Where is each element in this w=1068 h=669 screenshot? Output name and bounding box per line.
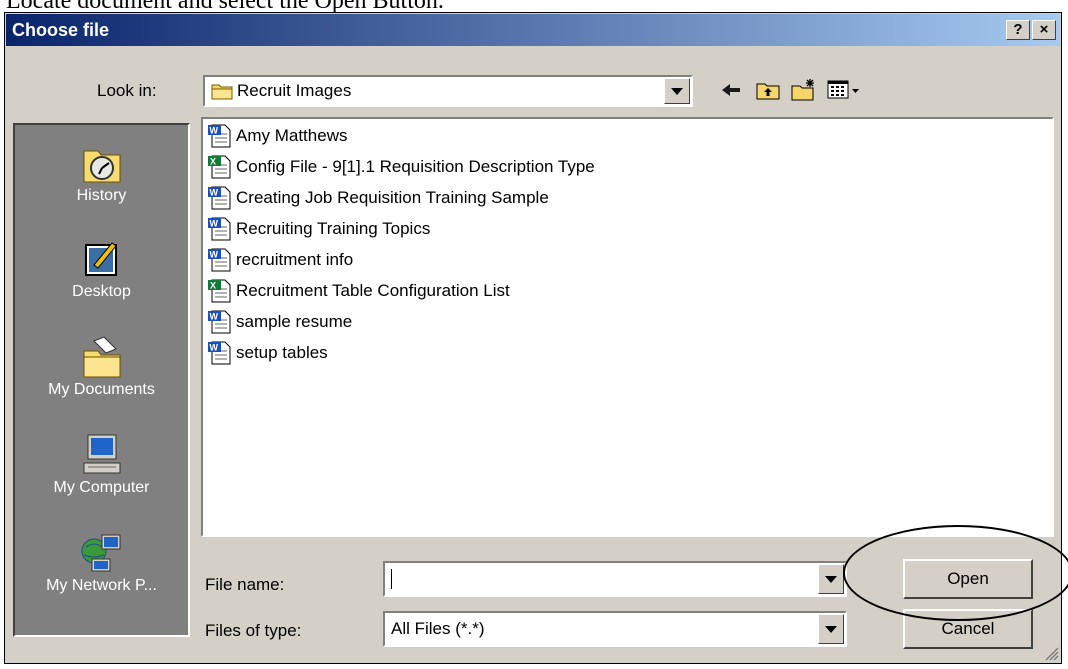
svg-text:X: X [210, 157, 216, 167]
look-in-dropdown[interactable]: Recruit Images [203, 75, 693, 107]
file-name: Creating Job Requisition Training Sample [236, 188, 549, 207]
file-name: Recruiting Training Topics [236, 219, 431, 238]
desktop-icon [84, 242, 117, 276]
file-name-label: File name: [205, 575, 285, 594]
place-label: My Documents [48, 381, 155, 398]
file-name: setup tables [236, 343, 328, 362]
file-name-input[interactable] [383, 561, 847, 597]
chevron-down-icon [671, 87, 683, 95]
place-my-documents[interactable]: My Documents [15, 335, 188, 399]
word-document-icon: W [208, 124, 231, 148]
history-icon [83, 150, 120, 183]
my-network-places-icon [81, 534, 120, 572]
file-name: sample resume [236, 312, 353, 331]
cancel-button[interactable]: Cancel [903, 609, 1033, 649]
place-label: My Computer [53, 479, 150, 496]
svg-text:W: W [210, 250, 219, 260]
chevron-down-icon [825, 575, 837, 583]
file-list[interactable]: W Amy Matthews X Config File - 9[1].1 Re… [201, 117, 1054, 537]
place-label: My Network P... [46, 577, 157, 594]
word-document-icon: W [208, 341, 231, 365]
files-of-type-dropdown-button[interactable] [818, 614, 844, 644]
svg-text:W: W [210, 219, 219, 229]
place-label: History [76, 187, 127, 204]
place-my-network[interactable]: My Network P... [15, 531, 188, 595]
svg-text:X: X [210, 281, 216, 291]
file-item[interactable]: X Recruitment Table Configuration List [207, 276, 510, 306]
file-item[interactable]: X Config File - 9[1].1 Requisition Descr… [207, 152, 595, 182]
new-folder-icon[interactable] [791, 79, 817, 101]
file-item[interactable]: W setup tables [207, 338, 328, 368]
choose-file-dialog: Choose file ? × Look in: Recruit Images [4, 12, 1062, 664]
files-of-type-dropdown[interactable]: All Files (*.*) [383, 611, 847, 647]
places-bar: History Desktop My Documents My Computer… [13, 123, 190, 637]
open-button[interactable]: Open [903, 559, 1033, 599]
file-item[interactable]: W Recruiting Training Topics [207, 214, 430, 244]
close-button[interactable]: × [1032, 20, 1056, 40]
file-item[interactable]: W recruitment info [207, 245, 353, 275]
view-menu-icon[interactable] [827, 79, 861, 101]
file-name: Config File - 9[1].1 Requisition Descrip… [236, 157, 595, 176]
word-document-icon: W [208, 248, 231, 272]
folder-icon [211, 84, 233, 100]
file-item[interactable]: W sample resume [207, 307, 352, 337]
file-name: Recruitment Table Configuration List [236, 281, 510, 300]
my-documents-icon [83, 336, 120, 378]
text-cursor [391, 569, 392, 589]
title-bar[interactable]: Choose file ? × [6, 14, 1060, 46]
file-item[interactable]: W Amy Matthews [207, 121, 347, 151]
place-label: Desktop [72, 283, 131, 300]
excel-document-icon: X [208, 279, 231, 303]
place-desktop[interactable]: Desktop [15, 237, 188, 301]
word-document-icon: W [208, 217, 231, 241]
excel-document-icon: X [208, 155, 231, 179]
svg-text:W: W [210, 343, 219, 353]
file-item[interactable]: W Creating Job Requisition Training Samp… [207, 183, 549, 213]
help-button[interactable]: ? [1006, 20, 1030, 40]
file-name: recruitment info [236, 250, 354, 269]
file-name: Amy Matthews [236, 126, 348, 145]
place-my-computer[interactable]: My Computer [15, 433, 188, 497]
resize-grip-icon[interactable] [1043, 645, 1059, 661]
file-name-dropdown-button[interactable] [818, 564, 844, 594]
up-folder-icon[interactable] [755, 79, 781, 101]
word-document-icon: W [208, 186, 231, 210]
svg-text:W: W [210, 126, 219, 136]
files-of-type-label: Files of type: [205, 621, 302, 640]
place-history[interactable]: History [15, 143, 188, 205]
look-in-value: Recruit Images [237, 81, 352, 100]
dialog-title: Choose file [12, 20, 110, 40]
back-arrow-icon[interactable] [719, 79, 743, 101]
look-in-dropdown-button[interactable] [664, 78, 690, 104]
files-of-type-value: All Files (*.*) [391, 619, 485, 638]
my-computer-icon [83, 434, 120, 474]
chevron-down-icon [825, 625, 837, 633]
svg-text:W: W [210, 312, 219, 322]
word-document-icon: W [208, 310, 231, 334]
look-in-label: Look in: [97, 81, 157, 100]
svg-text:W: W [210, 188, 219, 198]
